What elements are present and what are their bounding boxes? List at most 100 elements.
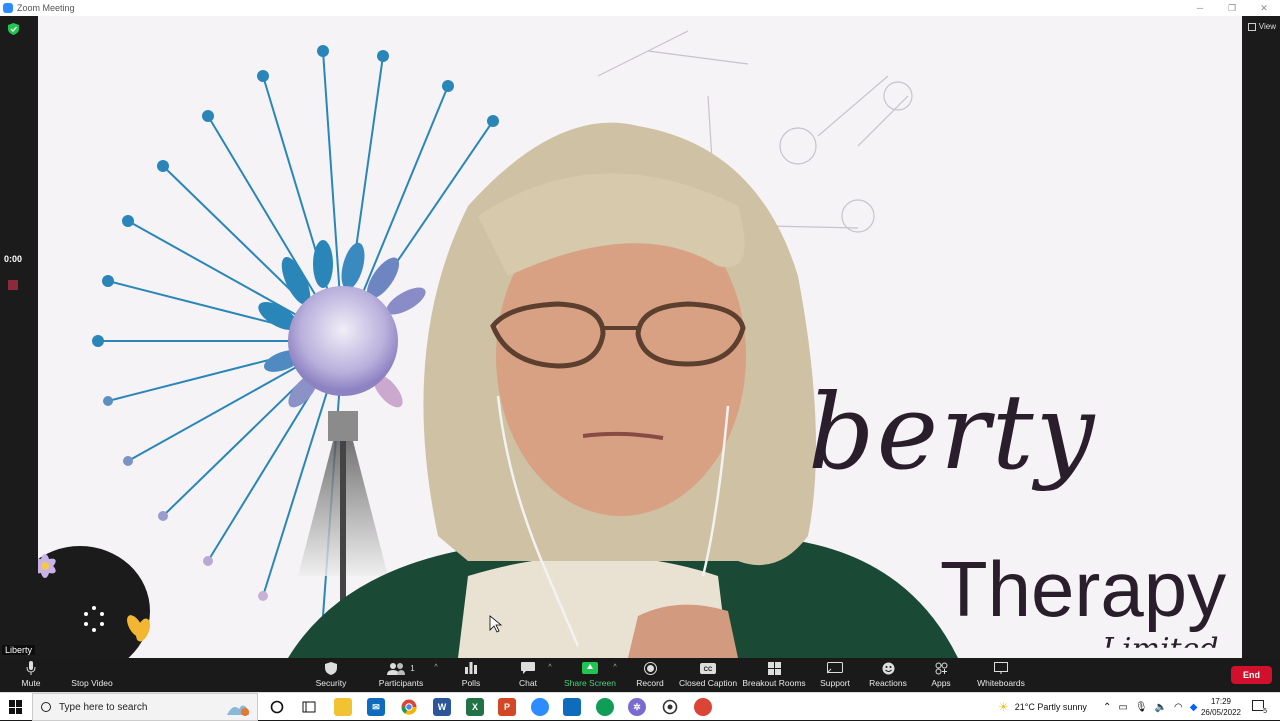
close-icon[interactable]: ✕ bbox=[1248, 0, 1280, 16]
meeting-toolbar: Mute Stop Video Security 1 Participants … bbox=[0, 658, 1280, 692]
support-label: Support bbox=[820, 678, 850, 688]
apps-icon bbox=[935, 658, 948, 678]
speaker-name-label: Liberty bbox=[2, 645, 36, 655]
breakout-rooms-icon bbox=[767, 658, 781, 678]
search-input[interactable] bbox=[59, 701, 229, 713]
view-label: View bbox=[1258, 22, 1276, 31]
bulb-base bbox=[328, 411, 358, 441]
whiteboards-button[interactable]: Whiteboards bbox=[976, 658, 1026, 692]
chat-caret-button[interactable]: ^ bbox=[546, 658, 554, 692]
mute-button[interactable]: Mute bbox=[18, 658, 44, 692]
weather-widget[interactable]: ☀ 21°C Partly sunny bbox=[998, 693, 1087, 721]
grid-view-icon bbox=[1247, 22, 1256, 31]
chrome-alt-icon[interactable] bbox=[694, 698, 712, 716]
polls-button[interactable]: Polls bbox=[460, 658, 482, 692]
chevron-up-icon: ^ bbox=[434, 664, 438, 671]
meeting-area: 0:00 berty Therapy Limited View Liberty bbox=[0, 16, 1280, 658]
svg-text:CC: CC bbox=[704, 667, 713, 673]
share-screen-icon bbox=[582, 662, 598, 674]
breakout-rooms-label: Breakout Rooms bbox=[742, 678, 806, 688]
taskbar-search[interactable] bbox=[32, 693, 258, 721]
security-shield-icon[interactable] bbox=[8, 23, 19, 35]
whiteboards-label: Whiteboards bbox=[977, 678, 1025, 688]
chat-label: Chat bbox=[519, 678, 537, 688]
wifi-icon[interactable]: ◠ bbox=[1174, 702, 1183, 713]
dropbox-icon[interactable]: ◆ bbox=[1190, 702, 1198, 713]
share-screen-icon-wrap bbox=[582, 658, 598, 678]
left-strip: 0:00 bbox=[0, 16, 38, 658]
volume-icon[interactable]: 🔈 bbox=[1155, 702, 1167, 713]
windows-taskbar: ✉ W X P ✲ ☀ 21°C Partly sunny ⌃ ▭ 🎙 🔈 ◠ … bbox=[0, 692, 1280, 721]
battery-icon[interactable]: ▭ bbox=[1118, 702, 1127, 713]
weather-text: 21°C Partly sunny bbox=[1014, 702, 1087, 712]
chevron-up-icon: ^ bbox=[613, 664, 617, 671]
cortana-icon[interactable] bbox=[268, 698, 286, 716]
stop-video-button[interactable]: Stop Video bbox=[68, 658, 116, 692]
closed-caption-icon: CC bbox=[700, 658, 716, 678]
brand-word-liberty: berty bbox=[808, 371, 1097, 493]
end-meeting-button[interactable]: End bbox=[1231, 666, 1272, 684]
smile-icon bbox=[882, 658, 895, 678]
chrome-icon[interactable] bbox=[400, 698, 418, 716]
share-screen-button[interactable]: Share Screen bbox=[564, 658, 616, 692]
search-highlight-icon bbox=[227, 705, 249, 716]
participant-video: berty Therapy Limited bbox=[38, 16, 1242, 658]
chevron-up-icon[interactable]: ⌃ bbox=[1103, 702, 1111, 713]
stop-recording-icon[interactable] bbox=[8, 280, 18, 290]
avatar-overlay bbox=[38, 546, 150, 658]
taskbar-clock[interactable]: 17:29 26/05/2022 bbox=[1198, 696, 1244, 718]
brand-word-therapy: Therapy bbox=[940, 545, 1227, 633]
security-icon bbox=[325, 658, 337, 678]
participants-caret-button[interactable]: ^ bbox=[432, 658, 440, 692]
task-view-icon[interactable] bbox=[300, 698, 318, 716]
notification-icon[interactable] bbox=[1252, 700, 1268, 715]
recording-timer: 0:00 bbox=[4, 254, 23, 264]
microphone-tray-icon[interactable]: 🎙 bbox=[1135, 702, 1148, 713]
clock-time: 17:29 bbox=[1210, 697, 1232, 706]
mute-label: Mute bbox=[21, 678, 41, 688]
participants-button[interactable]: 1 Participants bbox=[378, 658, 424, 692]
window-title: Zoom Meeting bbox=[17, 3, 75, 13]
security-button[interactable]: Security bbox=[314, 658, 348, 692]
view-button[interactable]: View bbox=[1247, 22, 1276, 31]
record-button[interactable]: Record bbox=[635, 658, 665, 692]
windows-start-icon[interactable] bbox=[9, 700, 23, 714]
zoom-icon[interactable] bbox=[531, 698, 549, 716]
share-caret-button[interactable]: ^ bbox=[611, 658, 619, 692]
closed-caption-label: Closed Caption bbox=[678, 678, 738, 688]
record-icon bbox=[643, 658, 657, 678]
security-label: Security bbox=[315, 678, 347, 688]
apps-button[interactable]: Apps bbox=[930, 658, 952, 692]
reactions-button[interactable]: Reactions bbox=[869, 658, 907, 692]
right-strip: View bbox=[1242, 16, 1280, 658]
chat-button[interactable]: Chat bbox=[517, 658, 539, 692]
microphone-icon bbox=[26, 658, 36, 678]
participants-count: 1 bbox=[410, 663, 415, 673]
closed-caption-button[interactable]: CC Closed Caption bbox=[678, 658, 738, 692]
settings-icon[interactable]: ✲ bbox=[628, 698, 646, 716]
word-icon[interactable]: W bbox=[433, 698, 451, 716]
excel-icon[interactable]: X bbox=[466, 698, 484, 716]
store-icon[interactable] bbox=[563, 698, 581, 716]
share-screen-label: Share Screen bbox=[564, 678, 616, 688]
minimize-icon[interactable]: ─ bbox=[1184, 0, 1216, 16]
file-explorer-icon[interactable] bbox=[334, 698, 352, 716]
weather-sun-icon: ☀ bbox=[998, 700, 1009, 714]
apps-label: Apps bbox=[931, 678, 951, 688]
window-titlebar: Zoom Meeting ─ ❐ ✕ bbox=[0, 0, 1280, 16]
whiteboard-icon bbox=[994, 658, 1008, 678]
window-controls: ─ ❐ ✕ bbox=[1184, 0, 1280, 16]
breakout-rooms-button[interactable]: Breakout Rooms bbox=[742, 658, 806, 692]
chrome-profile-icon[interactable] bbox=[596, 698, 614, 716]
stem bbox=[340, 441, 346, 611]
polls-label: Polls bbox=[461, 678, 481, 688]
support-button[interactable]: Support bbox=[818, 658, 852, 692]
chat-icon bbox=[521, 658, 535, 678]
camera-icon[interactable] bbox=[661, 698, 679, 716]
support-icon bbox=[827, 658, 843, 678]
record-label: Record bbox=[636, 678, 664, 688]
mail-icon[interactable]: ✉ bbox=[367, 698, 385, 716]
maximize-icon[interactable]: ❐ bbox=[1216, 0, 1248, 16]
polls-icon bbox=[465, 658, 477, 678]
powerpoint-icon[interactable]: P bbox=[498, 698, 516, 716]
